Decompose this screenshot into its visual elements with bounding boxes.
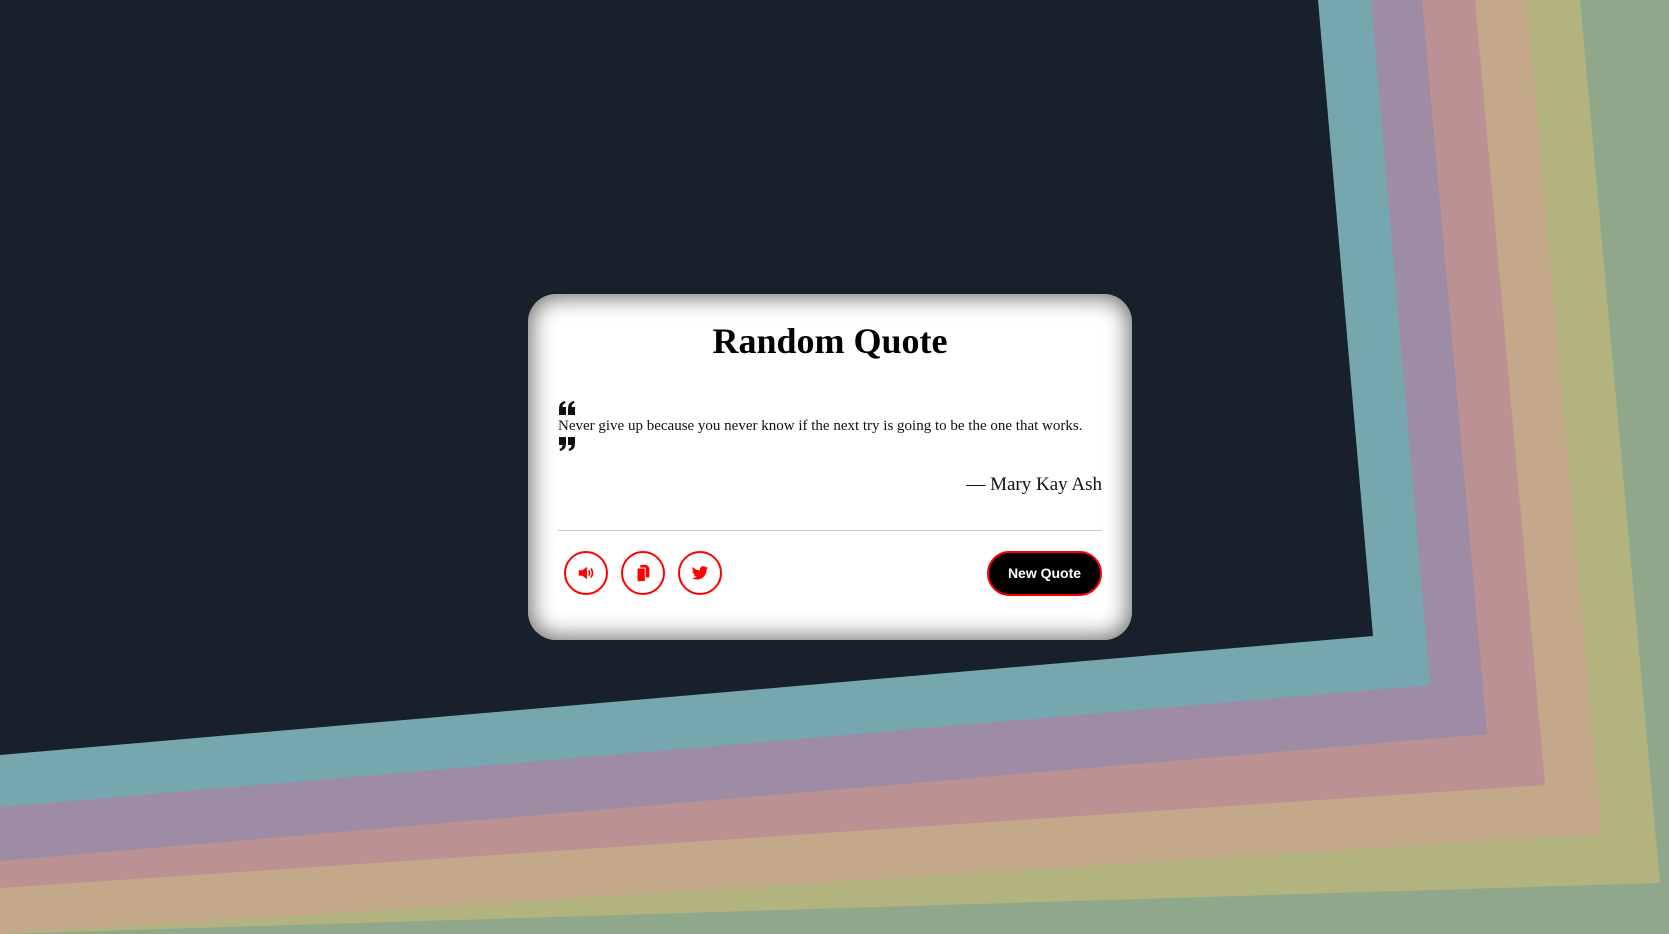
quote-block: Never give up because you never know if … [558,400,1102,452]
page-background: Random Quote Never give up because you n… [0,0,1669,934]
copy-button[interactable] [621,550,665,595]
card-title: Random Quote [712,321,948,361]
speak-button[interactable] [564,550,608,595]
volume-icon [578,566,594,579]
open-quote-icon [558,400,576,416]
new-quote-button[interactable]: New Quote [987,550,1102,596]
twitter-icon [691,565,709,580]
divider [558,529,1102,531]
quote-card: Random Quote Never give up because you n… [528,294,1132,640]
quote-text: Never give up because you never know if … [558,417,1083,434]
copy-icon [637,564,650,581]
close-quote-icon [558,436,576,452]
action-bar: New Quote [558,550,1102,599]
tweet-button[interactable] [678,550,722,595]
quote-author: — Mary Kay Ash [966,473,1102,495]
